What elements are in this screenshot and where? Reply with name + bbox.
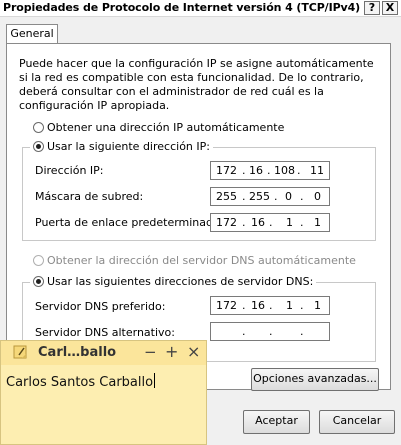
alternate-dns-field[interactable]: . . . [210,322,330,341]
ip-address-label: Dirección IP: [35,164,104,177]
description-text: Puede hacer que la configuración IP se a… [19,57,374,112]
sticky-note-text[interactable]: Carlos Santos Carballo [6,373,156,390]
subnet-mask-field[interactable]: 255 . 255 . 0 . 0 [210,187,330,206]
gateway-label: Puerta de enlace predeterminada: [35,216,224,229]
ip-auto-label: Obtener una dirección IP automáticamente [47,121,285,134]
dns-manual-label: Usar las siguientes direcciones de servi… [47,275,314,288]
dns-auto-radio [33,255,44,266]
sticky-note-header[interactable]: Carl…ballo − + × [1,341,206,365]
ip-manual-label: Usar la siguiente dirección IP: [47,140,210,153]
ip-manual-option[interactable]: Usar la siguiente dirección IP: [30,140,213,154]
title-bar: Propiedades de Protocolo de Internet ver… [0,0,401,17]
sticky-note[interactable]: Carl…ballo − + × Carlos Santos Carballo [0,340,207,445]
sticky-minimize-button[interactable]: − [144,343,157,361]
dns-auto-option: Obtener la dirección del servidor DNS au… [33,254,356,268]
tab-general[interactable]: General [6,24,58,44]
window-title: Propiedades de Protocolo de Internet ver… [3,1,361,14]
preferred-dns-label: Servidor DNS preferido: [35,300,166,313]
subnet-mask-label: Máscara de subred: [35,190,144,203]
preferred-dns-field[interactable]: 172 . 16 . 1 . 1 [210,296,330,315]
advanced-options-button[interactable]: Opciones avanzadas... [251,368,379,391]
dns-manual-option[interactable]: Usar las siguientes direcciones de servi… [30,275,317,289]
sticky-note-icon [13,345,29,360]
dns-auto-label: Obtener la dirección del servidor DNS au… [47,254,356,267]
ip-manual-radio[interactable] [33,141,44,152]
sticky-close-button[interactable]: × [187,342,200,361]
alternate-dns-label: Servidor DNS alternativo: [35,326,175,339]
ip-address-field[interactable]: 172 . 16 . 108 . 11 [210,161,330,180]
ok-button[interactable]: Aceptar [243,410,310,434]
cancel-button[interactable]: Cancelar [319,410,395,434]
dns-manual-radio[interactable] [33,276,44,287]
help-button[interactable]: ? [364,1,380,15]
gateway-field[interactable]: 172 . 16 . 1 . 1 [210,213,330,232]
sticky-note-title: Carl…ballo [38,345,117,360]
ip-auto-option[interactable]: Obtener una dirección IP automáticamente [33,121,284,135]
sticky-new-note-button[interactable]: + [165,342,178,361]
text-cursor [154,373,156,388]
ip-auto-radio[interactable] [33,122,44,133]
close-button[interactable]: X [382,1,398,15]
